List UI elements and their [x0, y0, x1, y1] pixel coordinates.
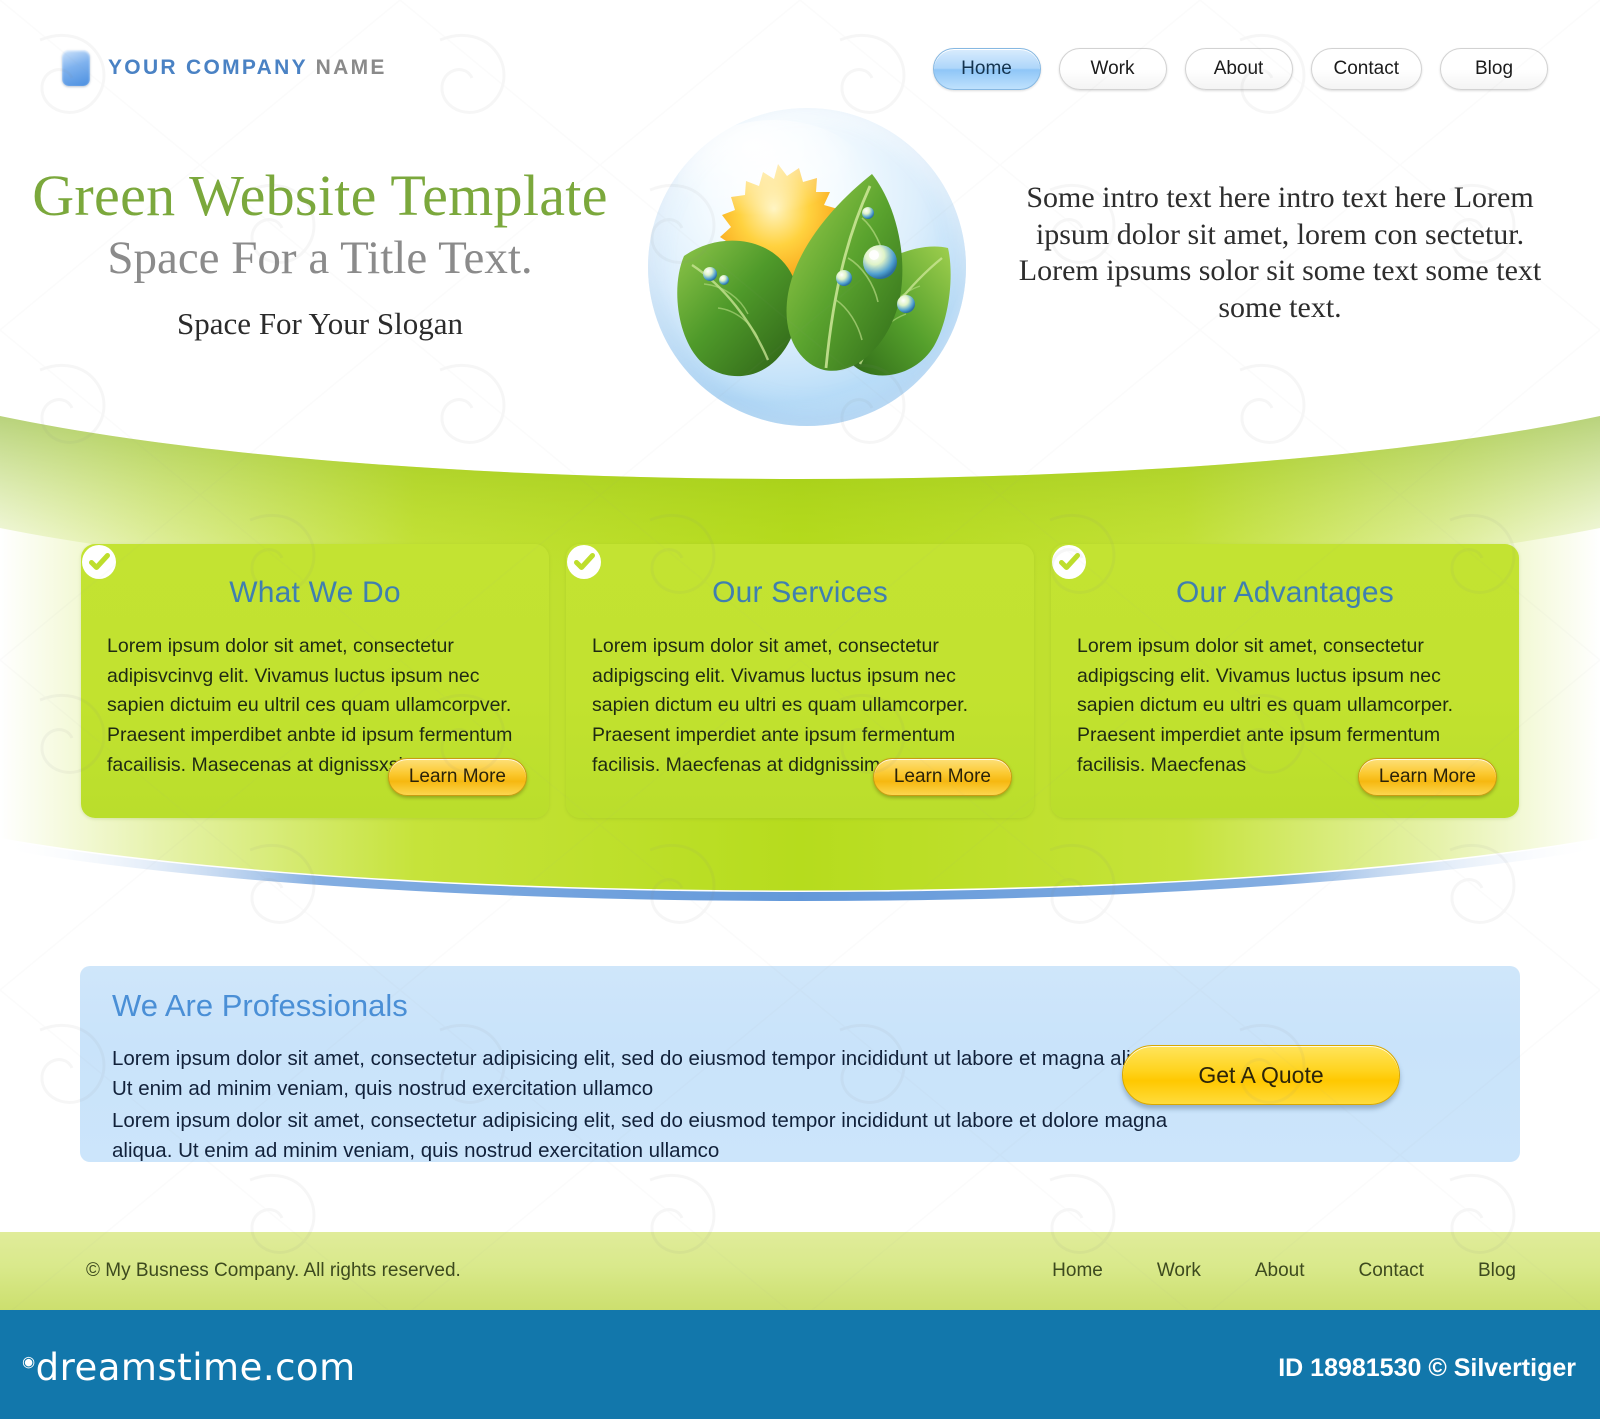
- hero-intro-text: Some intro text here intro text here Lor…: [1018, 181, 1542, 324]
- professionals-paragraph-1: Lorem ipsum dolor sit amet, consectetur …: [112, 1047, 1171, 1101]
- nav-item-contact[interactable]: Contact: [1310, 48, 1422, 90]
- site-header: YOUR COMPANY NAME Home Work About Contac…: [0, 0, 1600, 120]
- learn-more-button[interactable]: Learn More: [872, 758, 1012, 796]
- learn-more-button[interactable]: Learn More: [1357, 758, 1497, 796]
- card-title: What We Do: [229, 576, 401, 609]
- get-a-quote-button[interactable]: Get A Quote: [1122, 1045, 1400, 1105]
- green-band: What We Do Lorem ipsum dolor sit amet, c…: [0, 408, 1600, 908]
- card-header: Our Services: [567, 545, 1008, 616]
- footer-nav-item-home[interactable]: Home: [1052, 1260, 1103, 1282]
- brand-logo[interactable]: YOUR COMPANY NAME: [62, 50, 387, 86]
- hero-subtitle: Space For a Title Text.: [107, 231, 533, 284]
- check-circle-icon: [567, 545, 601, 579]
- professionals-paragraph-2: Lorem ipsum dolor sit amet, consectetur …: [112, 1109, 1168, 1163]
- card-header: What We Do: [82, 545, 523, 616]
- learn-more-button[interactable]: Learn More: [387, 758, 527, 796]
- professionals-title: We Are Professionals: [112, 988, 408, 1023]
- registered-mark-icon: ◉: [22, 1352, 36, 1371]
- main-navigation: Home Work About Contact Blog: [932, 48, 1548, 90]
- feature-cards: What We Do Lorem ipsum dolor sit amet, c…: [0, 544, 1600, 818]
- footer-nav-item-contact[interactable]: Contact: [1358, 1260, 1423, 1282]
- hero-text-block: Green Website Template Space For a Title…: [0, 163, 640, 342]
- nav-item-blog[interactable]: Blog: [1440, 48, 1548, 90]
- card-our-services: Our Services Lorem ipsum dolor sit amet,…: [566, 544, 1034, 818]
- dreamstime-logo: ◉dreamstime.com: [22, 1346, 356, 1389]
- nav-item-work[interactable]: Work: [1058, 48, 1167, 90]
- footer-nav-item-work[interactable]: Work: [1157, 1260, 1201, 1282]
- card-our-advantages: Our Advantages Lorem ipsum dolor sit ame…: [1051, 544, 1519, 818]
- site-footer: © My Busness Company. All rights reserve…: [0, 1232, 1600, 1310]
- leaf-sun-sphere-icon: [648, 108, 966, 426]
- check-circle-icon: [82, 545, 116, 579]
- dreamstime-logo-text: dreamstime.com: [35, 1346, 356, 1389]
- page-root: YOUR COMPANY NAME Home Work About Contac…: [0, 0, 1600, 1419]
- nav-item-about[interactable]: About: [1184, 48, 1293, 90]
- footer-nav-item-about[interactable]: About: [1255, 1260, 1305, 1282]
- nav-item-home[interactable]: Home: [932, 48, 1041, 90]
- check-circle-icon: [1052, 545, 1086, 579]
- brand-name-primary: YOUR COMPANY: [108, 56, 308, 79]
- hero-slogan: Space For Your Slogan: [177, 306, 463, 342]
- dreamstime-watermark-bar: ◉dreamstime.com ID 18981530 © Silvertige…: [0, 1310, 1600, 1419]
- card-title: Our Services: [712, 576, 888, 609]
- brand-text: YOUR COMPANY NAME: [108, 56, 387, 80]
- card-title: Our Advantages: [1176, 576, 1394, 609]
- brand-name-secondary: NAME: [315, 56, 387, 79]
- dreamstime-image-id: ID 18981530 © Silvertiger: [1278, 1354, 1576, 1382]
- footer-navigation: Home Work About Contact Blog: [1052, 1260, 1516, 1282]
- footer-nav-item-blog[interactable]: Blog: [1478, 1260, 1516, 1282]
- card-what-we-do: What We Do Lorem ipsum dolor sit amet, c…: [81, 544, 549, 818]
- hero-title: Green Website Template: [32, 163, 608, 228]
- card-header: Our Advantages: [1052, 545, 1493, 616]
- professionals-panel: We Are Professionals Lorem ipsum dolor s…: [80, 966, 1520, 1162]
- brand-square-icon: [62, 50, 90, 86]
- footer-copyright: © My Busness Company. All rights reserve…: [86, 1260, 461, 1281]
